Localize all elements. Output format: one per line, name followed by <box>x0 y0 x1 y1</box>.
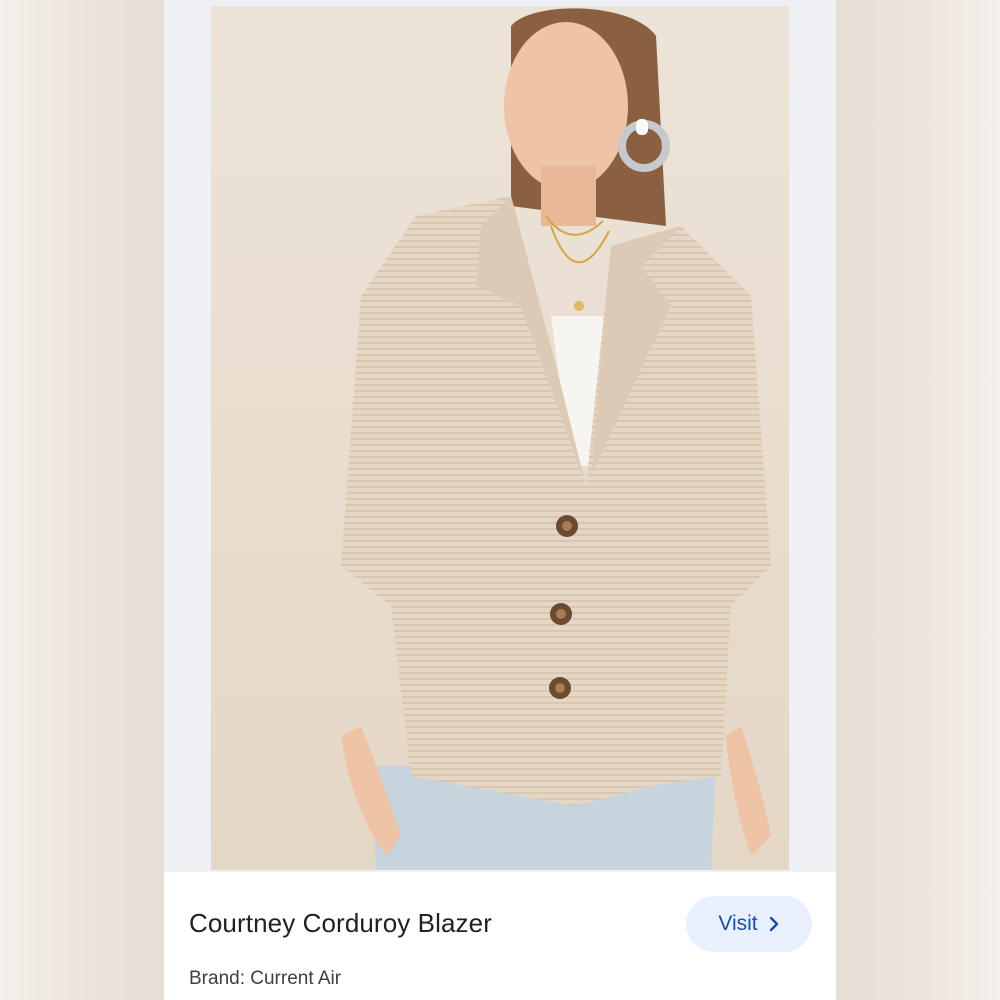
blurred-background-left <box>0 0 164 1000</box>
product-info: Courtney Corduroy Blazer Brand: Current … <box>164 872 836 1000</box>
product-title[interactable]: Courtney Corduroy Blazer <box>189 908 492 939</box>
product-image[interactable] <box>211 6 789 870</box>
blurred-background-right <box>836 0 1000 1000</box>
visit-button-label: Visit <box>718 912 758 935</box>
visit-button[interactable]: Visit <box>686 896 812 952</box>
product-card[interactable]: Courtney Corduroy Blazer Brand: Current … <box>164 0 836 1000</box>
product-image-frame <box>164 0 836 872</box>
product-brand: Brand: Current Air <box>189 968 342 989</box>
chevron-right-icon <box>769 916 778 932</box>
